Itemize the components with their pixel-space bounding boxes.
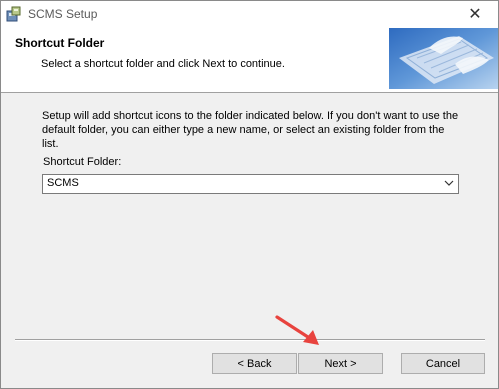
description-text: Setup will add shortcut icons to the fol… [42, 110, 459, 150]
page-subtitle: Select a shortcut folder and click Next … [41, 58, 285, 70]
annotation-arrow [275, 315, 319, 345]
shortcut-folder-value[interactable]: SCMS [47, 177, 79, 189]
wizard-content: Setup will add shortcut icons to the fol… [1, 93, 498, 339]
next-button[interactable]: Next > [298, 353, 383, 374]
shortcut-folder-combobox[interactable]: SCMS [42, 174, 459, 194]
close-button[interactable]: ✕ [452, 1, 498, 27]
keyboard-hands-image [389, 28, 498, 89]
divider [15, 339, 485, 341]
shortcut-folder-label: Shortcut Folder: [43, 156, 122, 168]
setup-app-icon [6, 6, 21, 22]
wizard-header: Shortcut Folder Select a shortcut folder… [1, 27, 498, 93]
setup-window: SCMS Setup ✕ Shortcut Folder Select a sh… [0, 0, 499, 389]
back-button[interactable]: < Back [212, 353, 297, 374]
back-button-label: < Back [237, 357, 272, 370]
window-title: SCMS Setup [28, 7, 98, 21]
cancel-button[interactable]: Cancel [401, 353, 485, 374]
title-bar[interactable]: SCMS Setup ✕ [1, 1, 498, 27]
cancel-button-label: Cancel [425, 357, 461, 370]
close-icon: ✕ [468, 6, 482, 23]
page-title: Shortcut Folder [15, 36, 105, 50]
next-button-label: Next > [324, 357, 357, 370]
chevron-down-icon[interactable] [444, 178, 454, 188]
